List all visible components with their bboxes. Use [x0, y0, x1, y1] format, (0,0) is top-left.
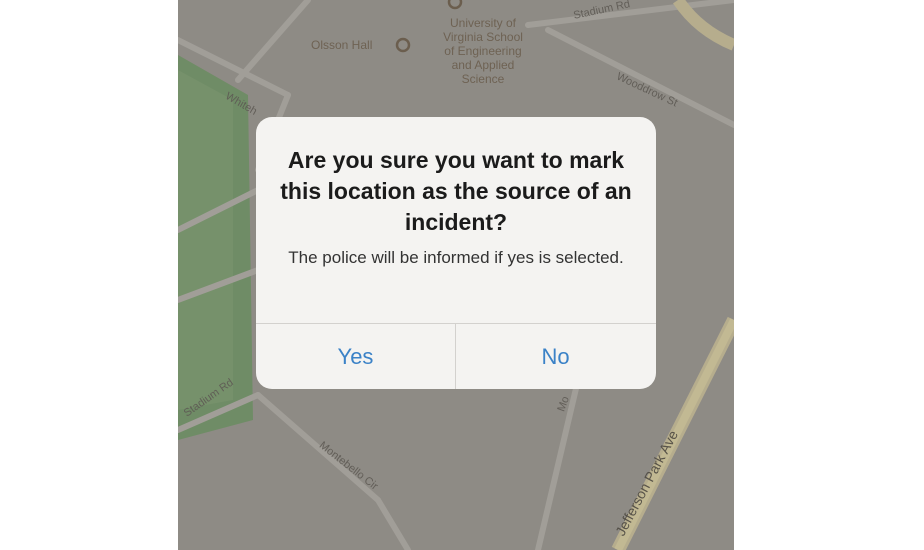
- phone-screen: University of Virginia School of Enginee…: [178, 0, 734, 550]
- alert-message: The police will be informed if yes is se…: [288, 248, 624, 267]
- yes-button[interactable]: Yes: [256, 324, 455, 389]
- no-button[interactable]: No: [456, 324, 655, 389]
- confirm-alert-dialog: Are you sure you want to mark this locat…: [256, 117, 656, 389]
- alert-title: Are you sure you want to mark this locat…: [280, 147, 632, 235]
